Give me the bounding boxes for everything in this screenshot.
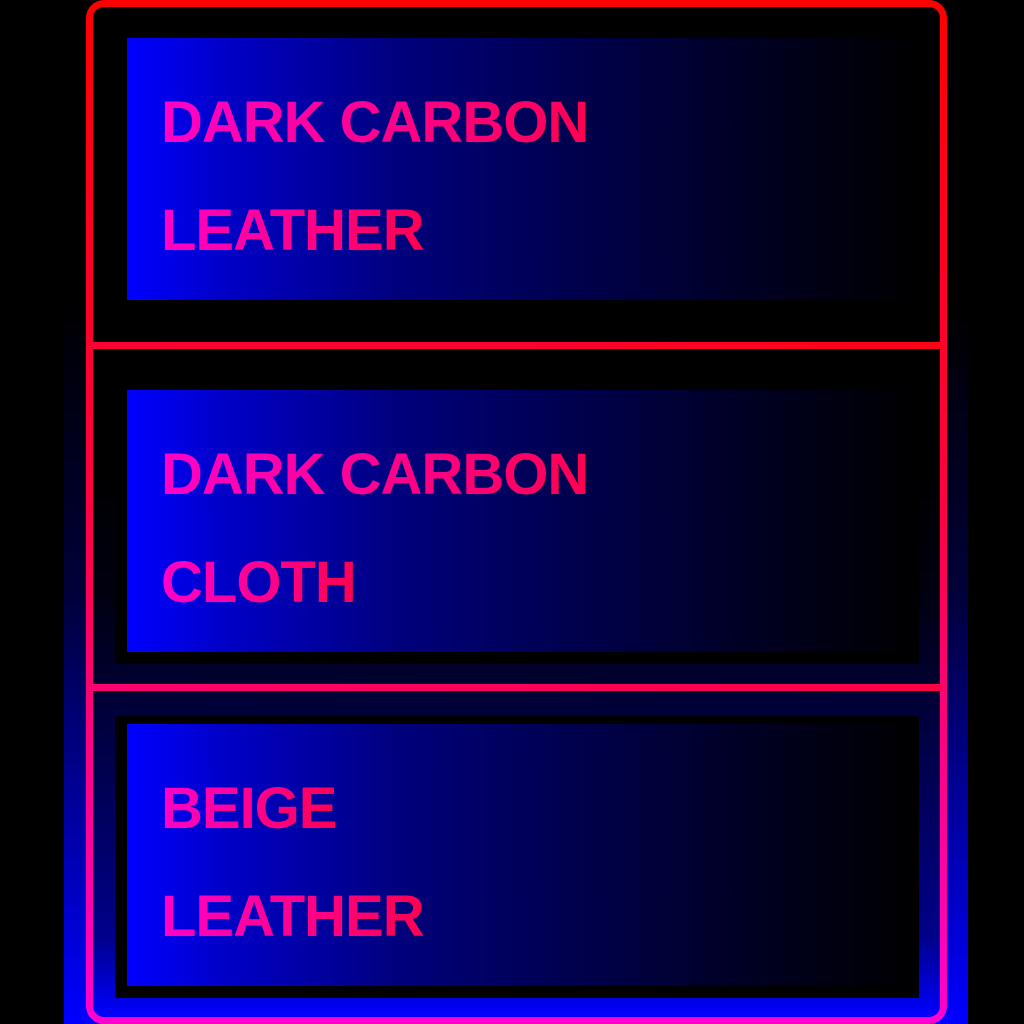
option-beige-leather[interactable]: BEIGE LEATHER (115, 716, 919, 998)
option-line-2: CLOTH (161, 550, 357, 615)
option-card: DARK CARBON CLOTH (127, 390, 919, 652)
option-divider (90, 684, 941, 691)
option-card: BEIGE LEATHER (127, 724, 919, 986)
option-line-2: LEATHER (161, 198, 425, 263)
option-dark-carbon-leather[interactable]: DARK CARBON LEATHER (115, 30, 919, 312)
option-line-2: LEATHER (161, 884, 425, 949)
option-line-1: DARK CARBON (161, 90, 589, 155)
option-divider (90, 342, 941, 349)
option-dark-carbon-cloth[interactable]: DARK CARBON CLOTH (115, 382, 919, 664)
option-line-1: DARK CARBON (161, 442, 589, 507)
option-line-1: BEIGE (161, 776, 337, 841)
option-card: DARK CARBON LEATHER (127, 38, 919, 300)
